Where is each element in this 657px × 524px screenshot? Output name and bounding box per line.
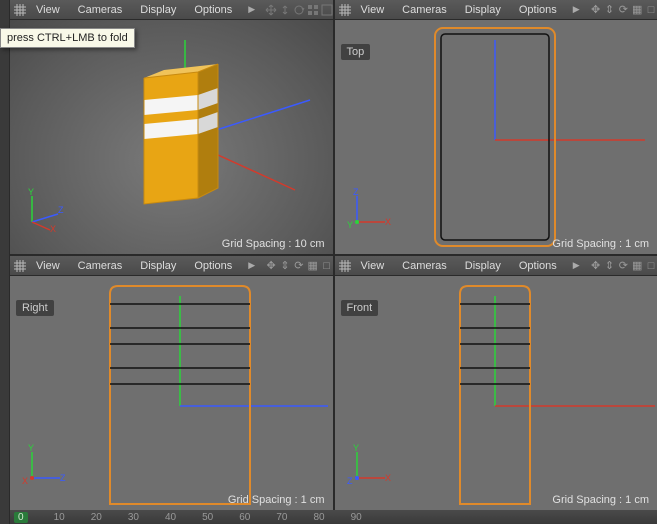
- nav-maximize-icon[interactable]: [321, 2, 332, 18]
- axis-label-z: Z: [58, 205, 64, 215]
- menu-view[interactable]: View: [353, 2, 393, 18]
- nav-move-icon[interactable]: [265, 2, 277, 18]
- nav-move-icon[interactable]: ✥: [590, 2, 602, 18]
- menu-options[interactable]: Options: [511, 258, 565, 274]
- menu-options[interactable]: Options: [186, 2, 240, 18]
- nav-rotate-icon[interactable]: ⟳: [617, 2, 629, 18]
- nav-zoom-icon[interactable]: ⇕: [604, 258, 616, 274]
- viewport-toolbar: View Cameras Display Options ▶ ✥ ⇕ ⟳ ▦ □: [335, 0, 657, 20]
- nav-zoom-icon[interactable]: ⇕: [279, 258, 291, 274]
- svg-text:Z: Z: [60, 473, 66, 483]
- menu-view[interactable]: View: [28, 2, 68, 18]
- menu-overflow-icon[interactable]: ▶: [567, 260, 586, 271]
- menu-display[interactable]: Display: [132, 258, 184, 274]
- viewport-top[interactable]: View Cameras Display Options ▶ ✥ ⇕ ⟳ ▦ □…: [335, 0, 657, 254]
- grid-icon[interactable]: [339, 258, 351, 274]
- menu-view[interactable]: View: [353, 258, 393, 274]
- svg-text:Y: Y: [28, 444, 34, 453]
- menu-overflow-icon[interactable]: ▶: [567, 4, 586, 15]
- menu-view[interactable]: View: [28, 258, 68, 274]
- viewport-canvas[interactable]: Top Z X Y: [335, 20, 657, 254]
- viewport-label: Top: [341, 44, 371, 60]
- menu-cameras[interactable]: Cameras: [394, 2, 455, 18]
- fold-tooltip: press CTRL+LMB to fold: [0, 28, 135, 48]
- svg-text:Y: Y: [347, 220, 353, 230]
- nav-maximize-icon[interactable]: □: [645, 258, 657, 274]
- axis-gizmo: Y Z X: [22, 444, 66, 488]
- svg-text:Z: Z: [347, 476, 353, 486]
- axis-label-x: X: [50, 224, 56, 232]
- nav-zoom-icon[interactable]: [279, 2, 291, 18]
- nav-zoom-icon[interactable]: ⇕: [604, 2, 616, 18]
- timeline-tick: 40: [165, 512, 176, 523]
- grid-icon[interactable]: [14, 2, 26, 18]
- menu-display[interactable]: Display: [457, 258, 509, 274]
- menu-display[interactable]: Display: [132, 2, 184, 18]
- nav-maximize-icon[interactable]: □: [321, 258, 333, 274]
- viewport-toolbar: View Cameras Display Options ▶: [10, 0, 333, 20]
- grid-spacing-label: Grid Spacing : 1 cm: [552, 238, 649, 250]
- menu-cameras[interactable]: Cameras: [70, 258, 131, 274]
- timeline-tick: 30: [128, 512, 139, 523]
- svg-text:Z: Z: [353, 188, 359, 197]
- viewport-front[interactable]: View Cameras Display Options ▶ ✥ ⇕ ⟳ ▦ □: [335, 256, 657, 510]
- nav-maximize-icon[interactable]: □: [645, 2, 657, 18]
- menu-options[interactable]: Options: [186, 258, 240, 274]
- grid-icon[interactable]: [14, 258, 26, 274]
- axis-gizmo: Y X Z: [347, 444, 391, 488]
- viewport-label: Front: [341, 300, 379, 316]
- timeline-tick: 20: [91, 512, 102, 523]
- menu-options[interactable]: Options: [511, 2, 565, 18]
- timeline-tick: 70: [276, 512, 287, 523]
- viewport-toolbar: View Cameras Display Options ▶ ✥ ⇕ ⟳ ▦ □: [335, 256, 657, 276]
- menu-display[interactable]: Display: [457, 2, 509, 18]
- grid-spacing-label: Grid Spacing : 10 cm: [222, 238, 325, 250]
- axis-gizmo: Y Z X: [22, 188, 66, 232]
- timeline-tick: 90: [351, 512, 362, 523]
- grid-icon[interactable]: [339, 2, 351, 18]
- axis-gizmo: Z X Y: [347, 188, 391, 232]
- menu-cameras[interactable]: Cameras: [70, 2, 131, 18]
- model-box: [140, 60, 220, 200]
- nav-move-icon[interactable]: ✥: [590, 258, 602, 274]
- viewport-label: Right: [16, 300, 54, 316]
- axis-label-y: Y: [28, 188, 34, 197]
- nav-layout-icon[interactable]: ▦: [307, 258, 319, 274]
- nav-move-icon[interactable]: ✥: [265, 258, 277, 274]
- timeline[interactable]: 0 10 20 30 40 50 60 70 80 90: [10, 510, 657, 524]
- viewport-canvas[interactable]: Y Z X: [10, 20, 333, 254]
- viewport-toolbar: View Cameras Display Options ▶ ✥ ⇕ ⟳ ▦ □: [10, 256, 333, 276]
- left-rail: [0, 0, 10, 524]
- nav-layout-icon[interactable]: ▦: [631, 258, 643, 274]
- menu-overflow-icon[interactable]: ▶: [242, 260, 261, 271]
- timeline-start-frame[interactable]: 0: [14, 512, 28, 523]
- svg-text:Y: Y: [353, 444, 359, 453]
- menu-cameras[interactable]: Cameras: [394, 258, 455, 274]
- viewport-canvas[interactable]: Front Y X Z: [335, 276, 657, 510]
- viewport-right[interactable]: View Cameras Display Options ▶ ✥ ⇕ ⟳ ▦ □: [10, 256, 333, 510]
- nav-layout-icon[interactable]: ▦: [631, 2, 643, 18]
- svg-text:X: X: [385, 473, 391, 483]
- svg-text:X: X: [385, 217, 391, 227]
- nav-rotate-icon[interactable]: ⟳: [617, 258, 629, 274]
- nav-rotate-icon[interactable]: ⟳: [293, 258, 305, 274]
- viewport-quad: View Cameras Display Options ▶: [10, 0, 657, 510]
- grid-spacing-label: Grid Spacing : 1 cm: [228, 494, 325, 506]
- nav-rotate-icon[interactable]: [293, 2, 305, 18]
- viewport-canvas[interactable]: Right Y Z X: [10, 276, 333, 510]
- timeline-tick: 50: [202, 512, 213, 523]
- timeline-tick: 60: [239, 512, 250, 523]
- grid-spacing-label: Grid Spacing : 1 cm: [552, 494, 649, 506]
- menu-overflow-icon[interactable]: ▶: [242, 4, 261, 15]
- svg-text:X: X: [22, 476, 28, 486]
- nav-layout-icon[interactable]: [307, 2, 319, 18]
- timeline-tick: 80: [313, 512, 324, 523]
- timeline-tick: 10: [54, 512, 65, 523]
